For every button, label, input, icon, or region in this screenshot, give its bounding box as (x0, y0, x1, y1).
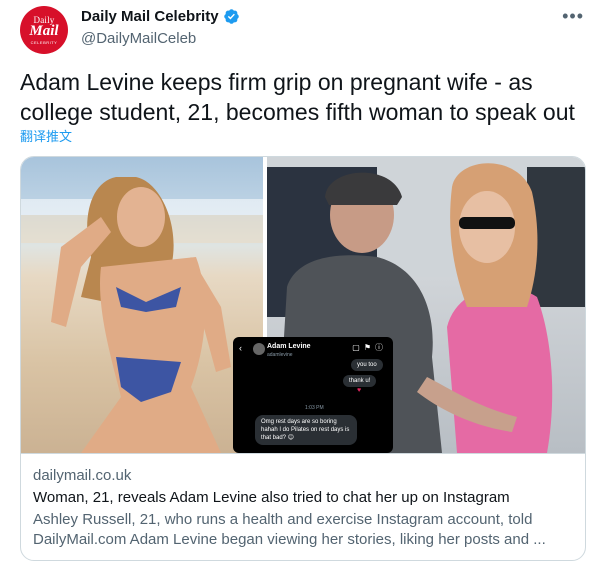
more-options-icon[interactable]: ••• (562, 6, 584, 27)
tweet-text: Adam Levine keeps firm grip on pregnant … (20, 69, 575, 125)
dm-action-icons: ▢⚑ⓘ (352, 343, 387, 352)
dm-screenshot: ‹ Adam Levine adamlevine ▢⚑ⓘ you too tha… (233, 337, 393, 453)
link-card[interactable]: ‹ Adam Levine adamlevine ▢⚑ⓘ you too tha… (20, 156, 586, 561)
dm-bubble-message: Omg rest days are so boring hahah I do P… (255, 415, 357, 445)
card-domain: dailymail.co.uk (33, 467, 132, 484)
card-body[interactable]: dailymail.co.uk Woman, 21, reveals Adam … (21, 453, 585, 560)
translate-tweet-link[interactable]: 翻译推文 (20, 126, 72, 145)
avatar[interactable]: Daily Mail CELEBRITY (20, 6, 68, 54)
tweet-header: Daily Mail CELEBRITY Daily Mail Celebrit… (20, 6, 590, 56)
back-arrow-icon: ‹ (239, 343, 242, 353)
dm-bubble-thanks: thank u! (343, 375, 377, 387)
avatar-text-mail: Mail (29, 23, 59, 39)
card-description: Ashley Russell, 21, who runs a health an… (33, 511, 546, 548)
name-row: Daily Mail Celebrity (81, 8, 240, 25)
avatar-text-celebrity: CELEBRITY (30, 40, 58, 45)
dm-bubble-top: you too (351, 359, 383, 371)
dm-avatar (253, 343, 265, 355)
display-name[interactable]: Daily Mail Celebrity (81, 8, 219, 25)
photo-woman-beach-drawing (21, 177, 263, 453)
dm-name: Adam Levine (267, 343, 311, 350)
dm-handle: adamlevine (267, 352, 293, 358)
verified-badge-icon (223, 9, 239, 24)
handle[interactable]: @DailyMailCeleb (81, 30, 196, 47)
card-media[interactable]: ‹ Adam Levine adamlevine ▢⚑ⓘ you too tha… (21, 157, 585, 453)
card-title: Woman, 21, reveals Adam Levine also trie… (33, 489, 510, 506)
dm-time: 1:03 PM (305, 405, 324, 411)
heart-icon: ♥ (357, 387, 362, 394)
photo-woman-beach (21, 157, 263, 453)
